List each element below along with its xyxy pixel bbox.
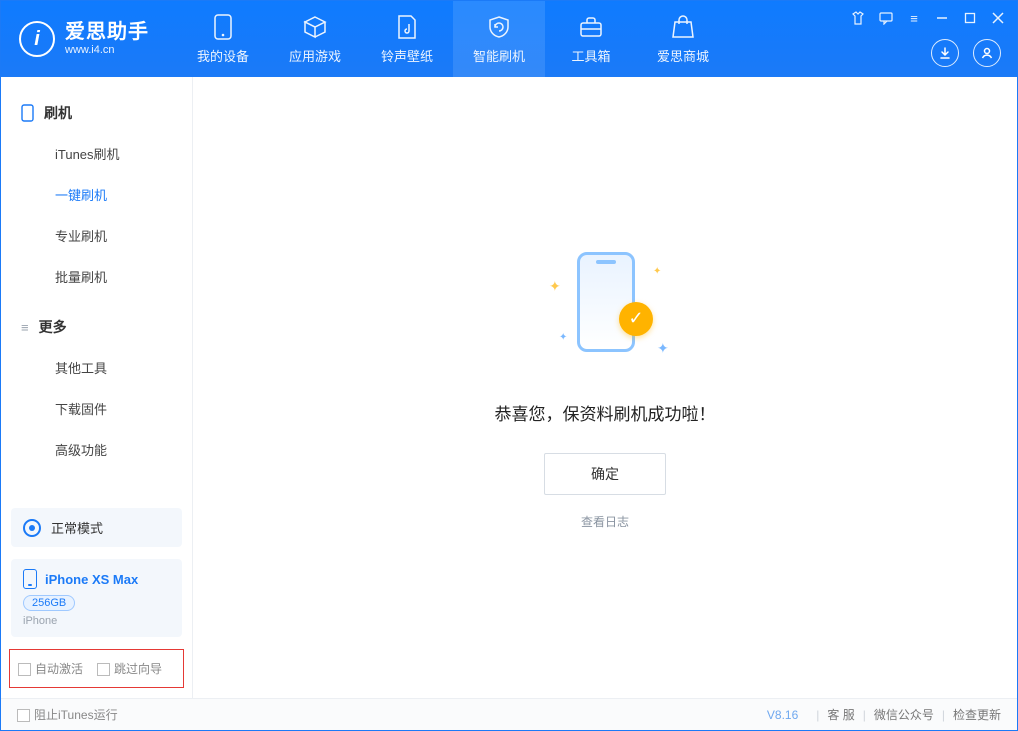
feedback-icon[interactable] (877, 9, 895, 27)
music-file-icon (394, 14, 420, 40)
mode-dot-icon (23, 519, 41, 537)
app-logo[interactable]: i 爱思助手 www.i4.cn (19, 21, 149, 57)
download-button[interactable] (931, 39, 959, 67)
tab-ring-wall[interactable]: 铃声壁纸 (361, 1, 453, 77)
status-bar: 阻止iTunes运行 V8.16 | 客 服 | 微信公众号 | 检查更新 (1, 698, 1017, 730)
title-actions (931, 39, 1001, 67)
device-name: iPhone XS Max (45, 572, 138, 587)
device-icon (210, 14, 236, 40)
sparkle-icon: ✦ (559, 332, 567, 343)
device-panel[interactable]: iPhone XS Max 256GB iPhone (11, 559, 182, 637)
sparkle-icon: ✦ (549, 278, 561, 295)
device-type: iPhone (23, 615, 170, 627)
close-icon[interactable] (989, 9, 1007, 27)
illu-phone-icon (577, 252, 635, 352)
options-row: 自动激活 跳过向导 (9, 649, 184, 688)
main-content: ✓ ✦ ✦ ✦ ✦ 恭喜您，保资料刷机成功啦！ 确定 查看日志 (193, 77, 1017, 698)
check-update-link[interactable]: 检查更新 (953, 706, 1001, 723)
sidebar-item-adv-func[interactable]: 高级功能 (1, 429, 192, 470)
sidebar-item-download-fw[interactable]: 下载固件 (1, 388, 192, 429)
tab-store[interactable]: 爱思商城 (637, 1, 729, 77)
version-label: V8.16 (767, 708, 798, 722)
mode-panel[interactable]: 正常模式 (11, 508, 182, 547)
app-url: www.i4.cn (65, 44, 149, 57)
app-body: 刷机 iTunes刷机 一键刷机 专业刷机 批量刷机 ≡ 更多 其他工具 下载固… (1, 77, 1017, 698)
side-menu: 刷机 iTunes刷机 一键刷机 专业刷机 批量刷机 ≡ 更多 其他工具 下载固… (1, 77, 192, 496)
phone-icon (23, 569, 37, 589)
app-window: i 爱思助手 www.i4.cn 我的设备 应用游戏 铃声壁纸 智能刷机 (0, 0, 1018, 731)
tab-my-device[interactable]: 我的设备 (177, 1, 269, 77)
cube-icon (302, 14, 328, 40)
nav-tabs: 我的设备 应用游戏 铃声壁纸 智能刷机 工具箱 爱思商城 (177, 1, 729, 77)
wechat-link[interactable]: 微信公众号 (874, 706, 934, 723)
checkbox-skip-guide[interactable]: 跳过向导 (97, 660, 162, 677)
sidebar: 刷机 iTunes刷机 一键刷机 专业刷机 批量刷机 ≡ 更多 其他工具 下载固… (1, 77, 193, 698)
user-button[interactable] (973, 39, 1001, 67)
bag-icon (670, 14, 696, 40)
sidebar-item-batch-flash[interactable]: 批量刷机 (1, 256, 192, 297)
sidebar-item-onekey-flash[interactable]: 一键刷机 (1, 174, 192, 215)
tab-app-games[interactable]: 应用游戏 (269, 1, 361, 77)
maximize-icon[interactable] (961, 9, 979, 27)
toolbox-icon (578, 14, 604, 40)
menu-icon[interactable]: ≡ (905, 9, 923, 27)
sidebar-item-pro-flash[interactable]: 专业刷机 (1, 215, 192, 256)
logo-icon: i (19, 21, 55, 57)
check-badge-icon: ✓ (619, 302, 653, 336)
success-illustration: ✓ ✦ ✦ ✦ ✦ (525, 246, 685, 376)
tshirt-icon[interactable] (849, 9, 867, 27)
window-controls: ≡ (849, 9, 1007, 27)
sparkle-icon: ✦ (657, 340, 669, 357)
checkbox-block-itunes[interactable]: 阻止iTunes运行 (17, 706, 118, 723)
sidebar-item-itunes-flash[interactable]: iTunes刷机 (1, 133, 192, 174)
refresh-shield-icon (486, 14, 512, 40)
success-message: 恭喜您，保资料刷机成功啦！ (495, 400, 716, 425)
sparkle-icon: ✦ (653, 266, 661, 277)
checkbox-auto-activate[interactable]: 自动激活 (18, 660, 83, 677)
tab-toolbox[interactable]: 工具箱 (545, 1, 637, 77)
app-name: 爱思助手 (65, 21, 149, 44)
ok-button[interactable]: 确定 (544, 453, 666, 495)
side-head-more: ≡ 更多 (1, 307, 192, 347)
sidebar-item-other-tools[interactable]: 其他工具 (1, 347, 192, 388)
device-capacity: 256GB (23, 595, 75, 611)
mode-label: 正常模式 (51, 518, 103, 537)
support-link[interactable]: 客 服 (827, 706, 854, 723)
title-bar: i 爱思助手 www.i4.cn 我的设备 应用游戏 铃声壁纸 智能刷机 (1, 1, 1017, 77)
side-head-flash: 刷机 (1, 93, 192, 133)
view-log-link[interactable]: 查看日志 (581, 513, 629, 530)
phone-small-icon (21, 104, 34, 122)
list-icon: ≡ (21, 320, 29, 335)
minimize-icon[interactable] (933, 9, 951, 27)
tab-smart-flash[interactable]: 智能刷机 (453, 1, 545, 77)
